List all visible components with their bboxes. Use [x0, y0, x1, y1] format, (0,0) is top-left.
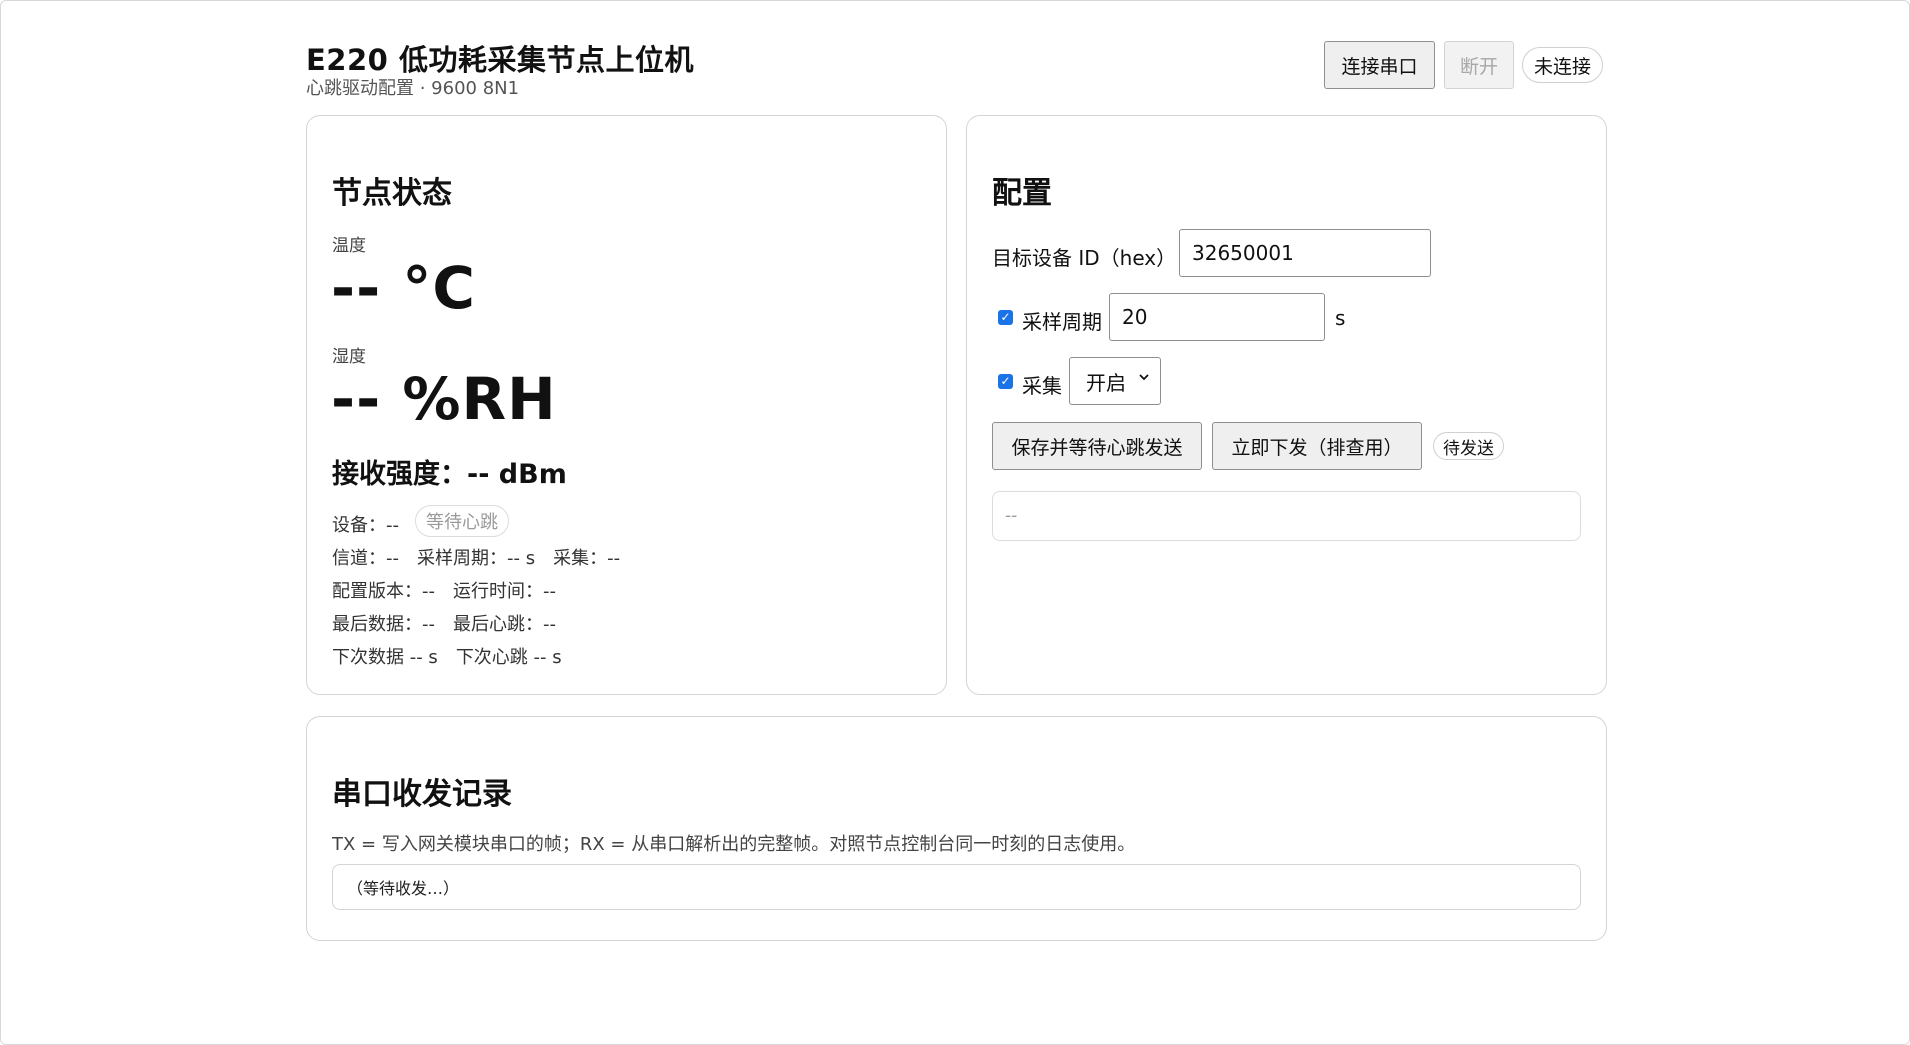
serial-log-output[interactable]: （等待收发…） [332, 864, 1581, 910]
serial-log-description: TX = 写入网关模块串口的帧；RX = 从串口解析出的完整帧。对照节点控制台同… [332, 834, 1136, 855]
save-and-wait-button[interactable]: 保存并等待心跳发送 [992, 422, 1202, 470]
collect-select-value: 开启 [1086, 370, 1126, 395]
device-line: 设备：-- 等待心跳 [332, 505, 509, 537]
sample-period-label: 采样周期 [1022, 310, 1102, 334]
last-data-text: 最后数据：-- [332, 614, 435, 635]
sample-period-input[interactable]: 20 [1109, 293, 1325, 341]
config-version-text: 配置版本：-- [332, 581, 435, 602]
next-heartbeat-text: 下次心跳 -- s [455, 647, 562, 668]
sample-period-text: 采样周期：-- s [417, 548, 536, 569]
collect-status-text: 采集：-- [553, 548, 621, 569]
disconnect-button[interactable]: 断开 [1444, 41, 1514, 89]
channel-line: 信道：-- 采样周期：-- s 采集：-- [332, 544, 620, 570]
node-status-card: 节点状态 温度 -- °C 湿度 -- %RH 接收强度：-- dBm 设备：-… [306, 115, 947, 695]
check-icon: ✓ [1000, 310, 1011, 324]
rssi-readout: 接收强度：-- dBm [332, 459, 567, 490]
next-data-text: 下次数据 -- s [332, 647, 438, 668]
send-now-button[interactable]: 立即下发（排查用） [1212, 422, 1422, 470]
sample-period-checkbox[interactable]: ✓ [998, 310, 1013, 325]
collect-checkbox[interactable]: ✓ [998, 374, 1013, 389]
page-header: E220 低功耗采集节点上位机 心跳驱动配置 · 9600 8N1 连接串口 断… [306, 37, 1607, 99]
humidity-value: -- %RH [331, 365, 557, 433]
collect-label: 采集 [1022, 374, 1062, 398]
connect-serial-button[interactable]: 连接串口 [1324, 41, 1435, 89]
temperature-value: -- °C [331, 254, 476, 322]
config-card: 配置 目标设备 ID（hex） 32650001 ✓ 采样周期 20 s ✓ 采… [966, 115, 1607, 695]
target-id-label: 目标设备 ID（hex） [992, 246, 1177, 270]
connection-status-badge: 未连接 [1522, 47, 1604, 83]
serial-log-title: 串口收发记录 [332, 777, 512, 812]
config-result-box: -- [992, 491, 1581, 541]
app-window: E220 低功耗采集节点上位机 心跳驱动配置 · 9600 8N1 连接串口 断… [0, 0, 1910, 1045]
chevron-down-icon [1139, 374, 1149, 381]
humidity-label: 湿度 [332, 347, 366, 367]
channel-text: 信道：-- [332, 548, 399, 569]
check-icon: ✓ [1000, 374, 1011, 388]
heartbeat-wait-badge: 等待心跳 [415, 505, 509, 537]
page-title: E220 低功耗采集节点上位机 [306, 43, 694, 77]
serial-log-card: 串口收发记录 TX = 写入网关模块串口的帧；RX = 从串口解析出的完整帧。对… [306, 716, 1607, 941]
temperature-label: 温度 [332, 236, 366, 256]
target-id-input[interactable]: 32650001 [1179, 229, 1431, 277]
page-subtitle: 心跳驱动配置 · 9600 8N1 [306, 78, 520, 99]
pending-status-badge: 待发送 [1433, 432, 1504, 460]
uptime-text: 运行时间：-- [453, 581, 556, 602]
collect-select[interactable]: 开启 [1069, 357, 1161, 405]
device-id-text: 设备：-- [332, 515, 399, 536]
next-line: 下次数据 -- s 下次心跳 -- s [332, 643, 562, 669]
version-line: 配置版本：-- 运行时间：-- [332, 577, 556, 603]
last-heartbeat-text: 最后心跳：-- [453, 614, 556, 635]
node-status-title: 节点状态 [332, 176, 452, 211]
sample-period-unit: s [1335, 306, 1346, 330]
config-title: 配置 [992, 176, 1052, 211]
last-line: 最后数据：-- 最后心跳：-- [332, 610, 556, 636]
